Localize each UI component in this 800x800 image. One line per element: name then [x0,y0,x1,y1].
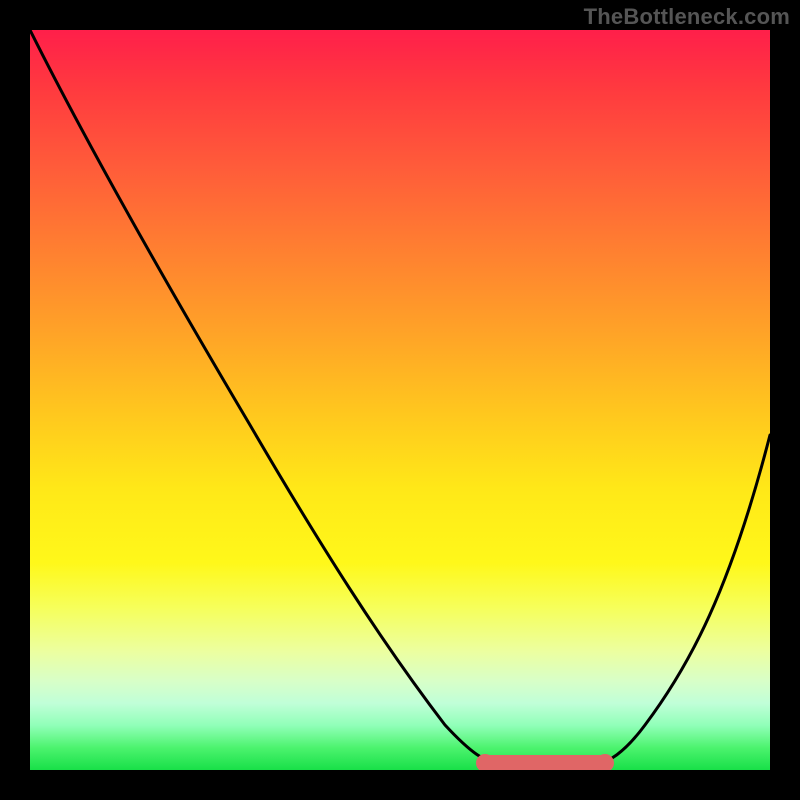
watermark-text: TheBottleneck.com [584,4,790,30]
chart-frame: TheBottleneck.com [0,0,800,800]
optimal-range-highlight [30,30,770,770]
plot-area [30,30,770,770]
